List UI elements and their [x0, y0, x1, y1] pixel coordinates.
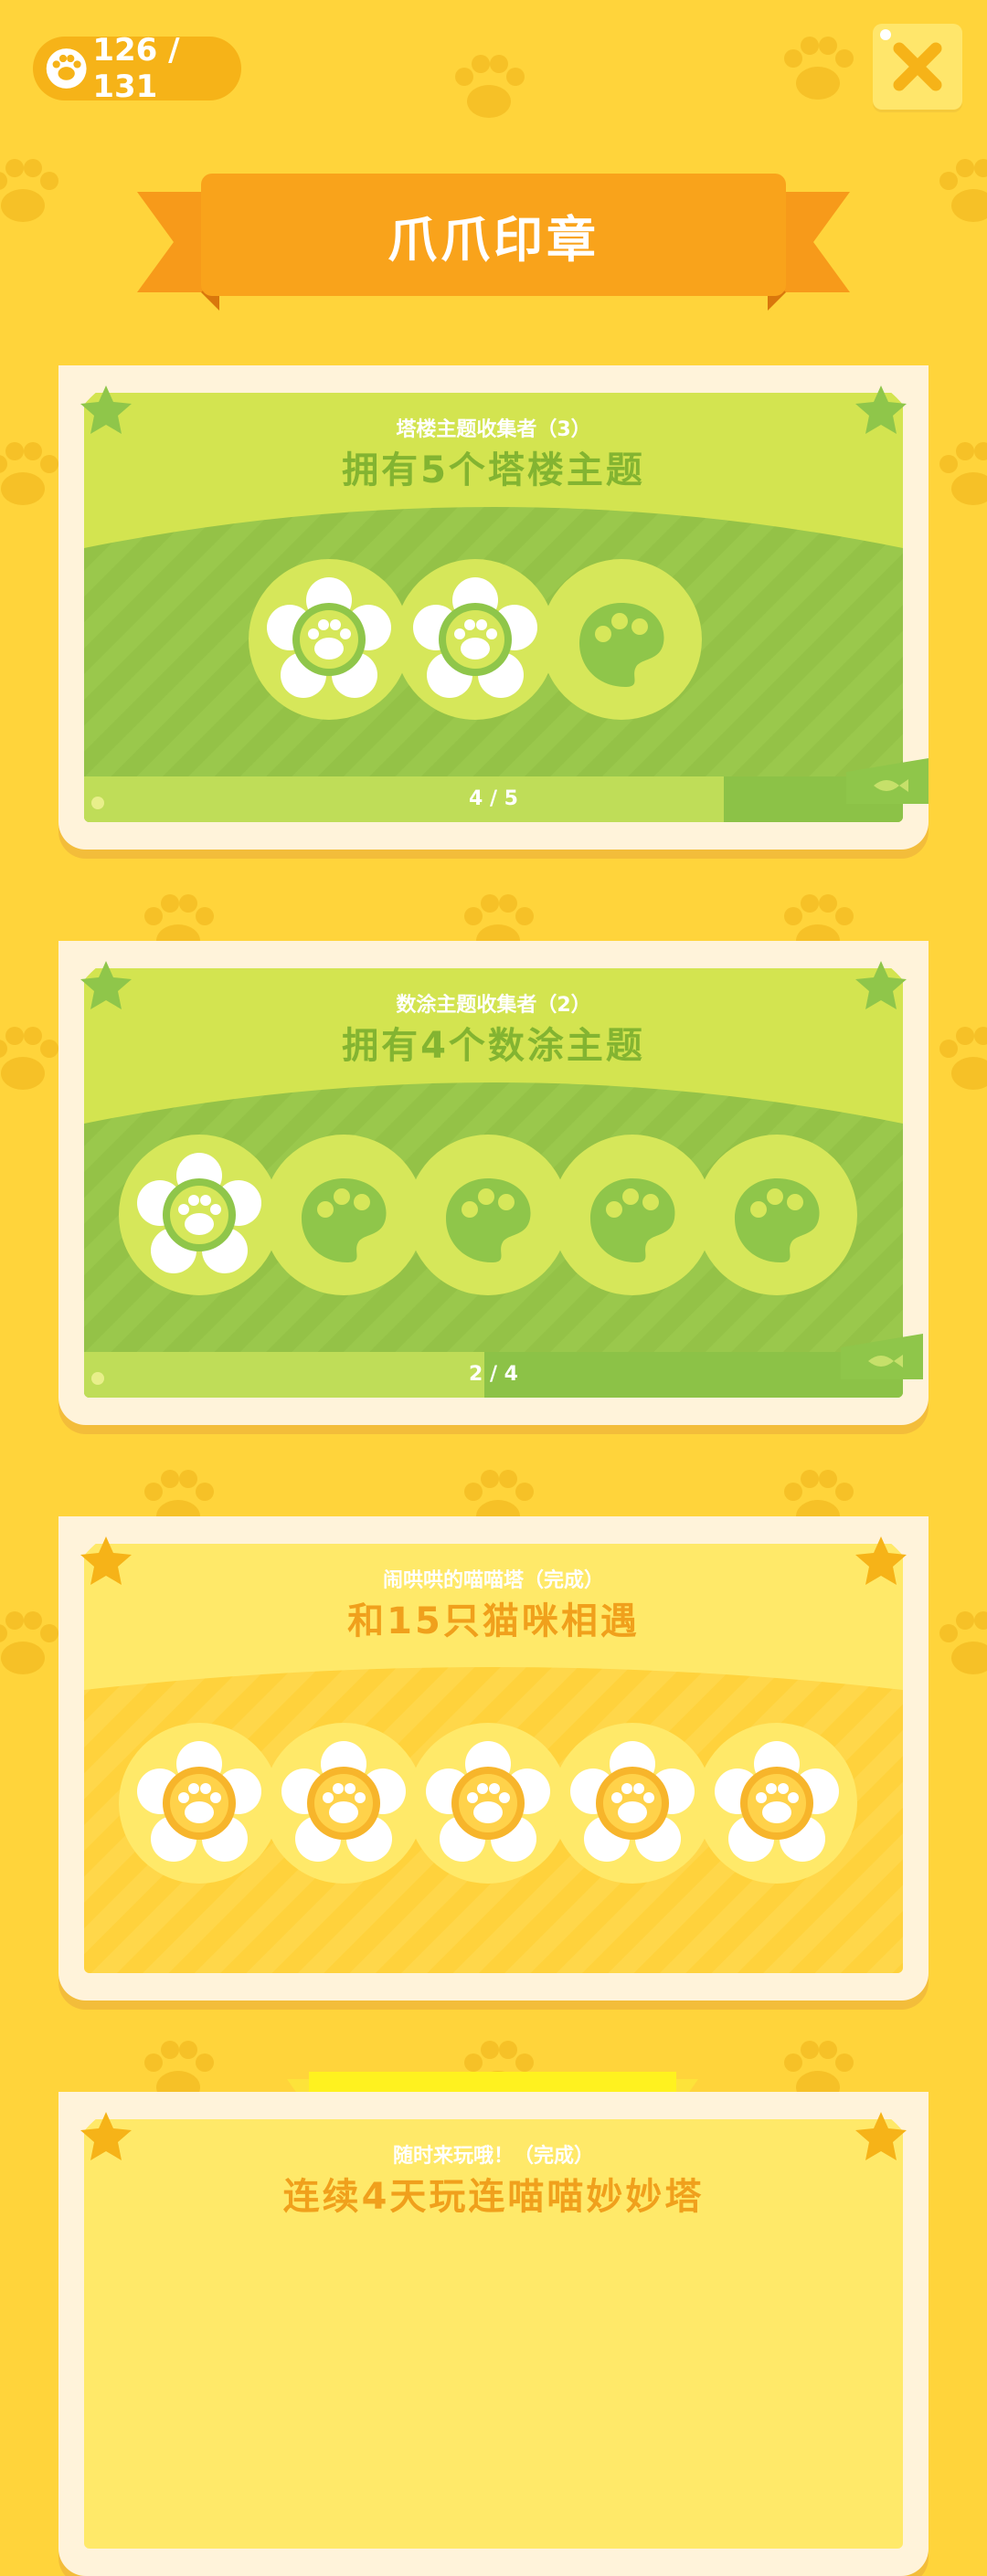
progress-bar: 2 / 4	[84, 1352, 903, 1398]
paw-counter: 126 / 131	[33, 32, 241, 105]
corner-star-icon	[58, 1516, 168, 1626]
paw-stamp-icon	[249, 559, 409, 720]
corner-star-icon	[819, 941, 929, 1050]
paw-print-icon	[0, 1027, 58, 1090]
paw-stamp-gold-icon	[263, 1723, 424, 1884]
fish-icon	[846, 758, 929, 804]
card-title: 和15只猫咪相遇	[347, 1600, 640, 1642]
paw-stamp-gold-icon	[552, 1723, 713, 1884]
page-title: 爪爪印章	[387, 210, 600, 269]
card-body: 闹哄哄的喵喵塔（完成） 和15只猫咪相遇	[84, 1544, 903, 1973]
paw-stamp-icon	[395, 559, 556, 720]
fish-icon	[841, 1334, 923, 1379]
paw-stamp-gold-icon	[696, 1723, 857, 1884]
corner-star-icon	[58, 941, 168, 1050]
card-title: 连续4天玩连喵喵妙妙塔	[282, 2176, 705, 2218]
card-title: 拥有5个塔楼主题	[342, 449, 645, 491]
card-subtitle: 数涂主题收集者（2）	[396, 994, 591, 1017]
stamp-card-numpaint-collector[interactable]: 数涂主题收集者（2） 拥有4个数涂主题 2 / 4	[58, 941, 929, 1425]
corner-star-icon	[819, 2092, 929, 2201]
paw-print-icon	[0, 442, 58, 505]
palette-locked-icon	[263, 1135, 424, 1295]
close-button[interactable]	[873, 24, 962, 110]
paw-print-icon	[0, 1611, 58, 1674]
paw-print-icon	[0, 159, 58, 222]
paw-print-icon	[784, 37, 854, 100]
stamp-card-anytime-play[interactable]: 随时来玩哦！（完成） 连续4天玩连喵喵妙妙塔	[58, 2092, 929, 2576]
card-body: 随时来玩哦！（完成） 连续4天玩连喵喵妙妙塔	[84, 2119, 903, 2549]
shine-dot	[880, 29, 891, 40]
corner-star-icon	[819, 1516, 929, 1626]
card-body: 塔楼主题收集者（3） 拥有5个塔楼主题 4 / 5	[84, 393, 903, 822]
stamp-card-tower-collector[interactable]: 塔楼主题收集者（3） 拥有5个塔楼主题 4 / 5	[58, 365, 929, 850]
card-subtitle: 随时来玩哦！（完成）	[392, 2145, 594, 2168]
close-icon	[893, 42, 942, 91]
palette-locked-icon	[541, 559, 702, 720]
paw-print-icon	[455, 55, 525, 118]
palette-locked-icon	[552, 1135, 713, 1295]
paw-print-icon	[939, 1027, 987, 1090]
paw-print-icon	[939, 1611, 987, 1674]
corner-star-icon	[58, 365, 168, 475]
stamp-card-noisy-meow-tower[interactable]: 闹哄哄的喵喵塔（完成） 和15只猫咪相遇	[58, 1516, 929, 2127]
card-subtitle: 闹哄哄的喵喵塔（完成）	[382, 1569, 604, 1592]
corner-star-icon	[58, 2092, 168, 2201]
card-title: 拥有4个数涂主题	[342, 1025, 645, 1067]
paw-print-icon	[939, 159, 987, 222]
palette-locked-icon	[696, 1135, 857, 1295]
progress-bar: 4 / 5	[84, 776, 903, 822]
progress-text: 4 / 5	[469, 787, 518, 810]
card-subtitle: 塔楼主题收集者（3）	[396, 418, 591, 441]
palette-locked-icon	[408, 1135, 568, 1295]
paw-badge-icon	[46, 48, 87, 89]
progress-text: 2 / 4	[469, 1363, 518, 1386]
paw-print-icon	[939, 442, 987, 505]
paw-stamp-gold-icon	[408, 1723, 568, 1884]
paw-counter-text: 126 / 131	[92, 32, 180, 105]
paw-stamp-icon	[119, 1135, 280, 1295]
card-body: 数涂主题收集者（2） 拥有4个数涂主题 2 / 4	[84, 968, 903, 1398]
corner-star-icon	[819, 365, 929, 475]
paw-stamp-gold-icon	[119, 1723, 280, 1884]
